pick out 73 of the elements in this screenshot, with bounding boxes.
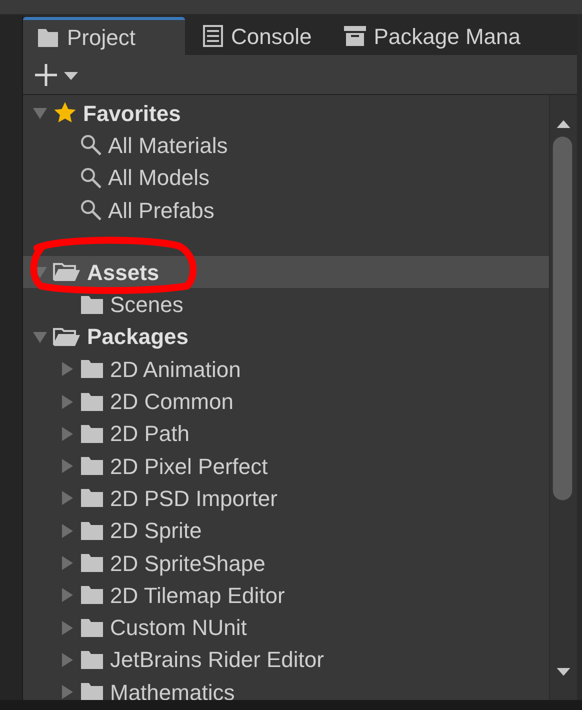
search-icon	[80, 166, 102, 189]
tree-item-label: Favorites	[83, 100, 181, 128]
tree-item-label: Assets	[87, 258, 160, 287]
tree-item[interactable]: Scenes	[23, 288, 549, 321]
tab[interactable]: Project	[23, 17, 185, 55]
tree-item[interactable]: Mathematics	[23, 676, 549, 700]
collapse-arrow-icon[interactable]	[33, 330, 47, 344]
tree-item-label: Packages	[87, 323, 189, 352]
tree-item[interactable]: 2D SpriteShape	[23, 546, 549, 580]
tree-item-label: 2D Animation	[110, 356, 241, 384]
expand-arrow-icon[interactable]	[60, 524, 74, 538]
tree-item[interactable]: Custom NUnit	[23, 611, 549, 644]
list-icon	[203, 25, 223, 47]
folder-icon	[80, 553, 104, 573]
tree-item[interactable]: All Prefabs	[23, 194, 549, 226]
expand-arrow-icon[interactable]	[60, 556, 74, 570]
tree-item-label: 2D Sprite	[110, 517, 202, 546]
expand-arrow-icon[interactable]	[60, 362, 74, 376]
scrollbar[interactable]	[549, 95, 577, 700]
expand-arrow-icon[interactable]	[60, 620, 74, 635]
tree-item-label: All Prefabs	[108, 196, 214, 225]
tree-item[interactable]: All Models	[23, 162, 549, 194]
tree-item[interactable]: 2D Common	[23, 385, 549, 418]
tab[interactable]: Console	[185, 17, 326, 55]
tree-item[interactable]: JetBrains Rider Editor	[23, 644, 549, 676]
tree-item-label: 2D SpriteShape	[110, 550, 266, 578]
folder-icon	[80, 618, 104, 638]
tree-item-label: 2D Common	[110, 388, 234, 416]
tree-item[interactable]: All Materials	[23, 129, 549, 162]
expand-arrow-icon[interactable]	[60, 588, 74, 602]
tree-item-label: Mathematics	[110, 678, 235, 700]
tree-item-label: 2D PSD Importer	[110, 484, 278, 513]
add-dropdown-icon[interactable]	[35, 62, 81, 86]
tree-item-label: JetBrains Rider Editor	[110, 646, 324, 674]
expand-arrow-icon[interactable]	[60, 685, 74, 700]
folder-icon	[80, 650, 104, 670]
open-folder-icon	[53, 326, 81, 347]
tree-item-label: 2D Tilemap Editor	[110, 582, 285, 610]
folder-icon	[80, 424, 104, 444]
search-icon	[80, 134, 102, 156]
folder-icon	[80, 520, 104, 541]
tree-item-label: 2D Pixel Perfect	[110, 452, 268, 481]
tree-item-label: Custom NUnit	[110, 614, 247, 642]
tree-item-label: All Models	[108, 164, 210, 192]
tab[interactable]: Package Mana	[326, 17, 534, 55]
folder-icon	[80, 294, 104, 315]
collapse-arrow-icon[interactable]	[33, 106, 47, 120]
tree-item[interactable]: Favorites	[23, 97, 549, 130]
tree-item[interactable]: 2D PSD Importer	[23, 482, 549, 515]
open-folder-icon	[53, 262, 81, 282]
folder-icon	[80, 359, 104, 380]
tree-item[interactable]: Assets	[23, 256, 549, 288]
tree-item[interactable]: 2D Animation	[23, 353, 549, 386]
folder-icon	[37, 28, 59, 48]
expand-arrow-icon[interactable]	[60, 394, 74, 409]
tree-item[interactable]: 2D Sprite	[23, 514, 549, 547]
tree-item-label: All Materials	[108, 132, 228, 160]
tree-item[interactable]: 2D Pixel Perfect	[23, 450, 549, 482]
folder-icon	[80, 585, 104, 606]
box-icon	[344, 26, 366, 46]
tree-item-label: Scenes	[110, 291, 184, 320]
folder-icon	[80, 392, 104, 412]
expand-arrow-icon[interactable]	[60, 491, 74, 506]
tree-item-label: 2D Path	[110, 420, 190, 448]
tree-item[interactable]: 2D Path	[23, 418, 549, 450]
tree-item[interactable]: Packages	[23, 320, 549, 354]
expand-arrow-icon[interactable]	[60, 426, 74, 441]
expand-arrow-icon[interactable]	[60, 652, 74, 667]
expand-arrow-icon[interactable]	[60, 459, 74, 474]
folder-icon	[80, 488, 104, 508]
folder-icon	[80, 456, 104, 476]
search-icon	[80, 199, 102, 222]
tree-item[interactable]: 2D Tilemap Editor	[23, 579, 549, 612]
